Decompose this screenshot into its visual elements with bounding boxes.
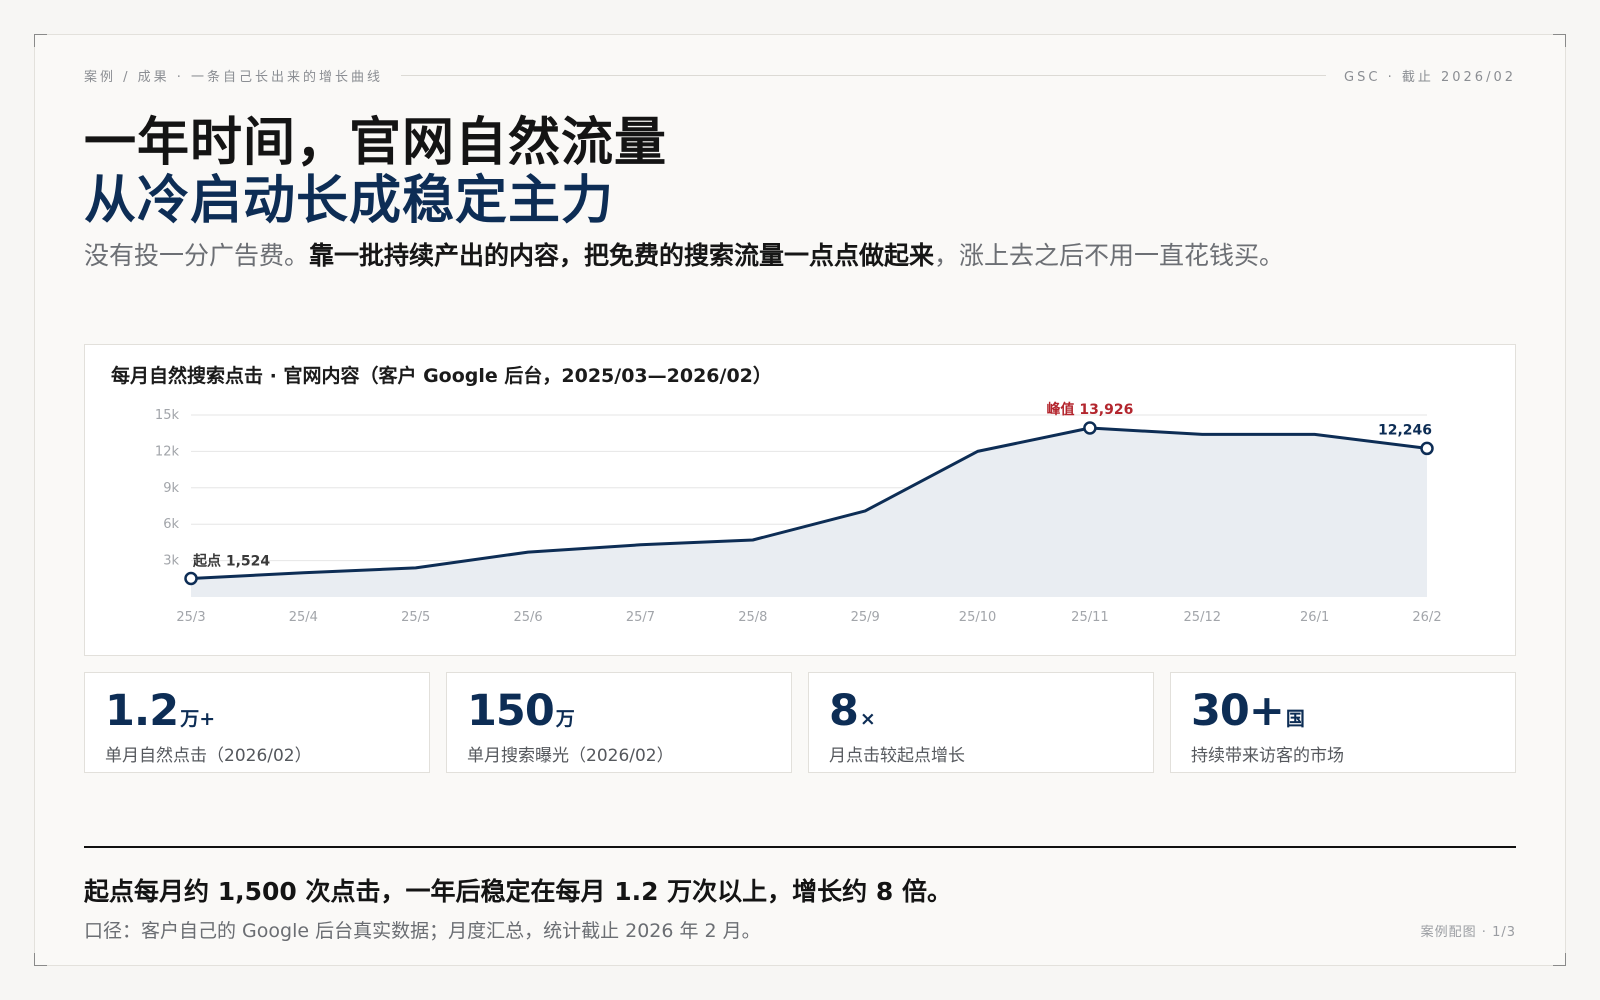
stat-card-markets: 30+ 国 持续带来访客的市场 [1170, 672, 1516, 773]
stat-label: 月点击较起点增长 [829, 746, 965, 766]
corner-mark [34, 34, 47, 47]
stat-label: 单月自然点击（2026/02） [105, 746, 312, 766]
corner-mark [34, 953, 47, 966]
x-tick-label: 25/7 [626, 610, 655, 625]
lead-paragraph: 没有投一分广告费。靠一批持续产出的内容，把免费的搜索流量一点点做起来，涨上去之后… [84, 236, 1294, 276]
corner-mark [1553, 953, 1566, 966]
data-note: 口径：客户自己的 Google 后台真实数据；月度汇总，统计截止 2026 年 … [84, 920, 761, 942]
y-tick-label: 3k [163, 554, 179, 569]
data-point [1420, 441, 1434, 456]
x-tick-label: 25/12 [1184, 610, 1221, 625]
x-tick-label: 25/5 [401, 610, 430, 625]
peak-annotation: 峰值 13,926 [1046, 401, 1133, 418]
summary-divider [84, 846, 1516, 848]
chart-card: 每月自然搜索点击 · 官网内容（客户 Google 后台，2025/03—202… [84, 344, 1516, 656]
top-rule [401, 74, 1327, 76]
x-tick-label: 25/8 [738, 610, 767, 625]
stat-unit: 万 [555, 708, 575, 730]
corner-mark [1553, 34, 1566, 47]
lead-part-1: 没有投一分广告费。 [84, 241, 310, 270]
page-indicator: 案例配图 · 1/3 [1420, 925, 1516, 940]
top-bar: 案例 / 成果 · 一条自己长出来的增长曲线 GSC · 截止 2026/02 [84, 66, 1516, 85]
stats-row: 1.2 万+ 单月自然点击（2026/02） 150 万 单月搜索曝光（2026/0… [84, 672, 1516, 773]
y-tick-label: 6k [163, 517, 179, 532]
x-tick-label: 25/4 [289, 610, 318, 625]
stat-unit: 万+ [180, 708, 216, 730]
stat-value: 8 [829, 686, 859, 736]
x-tick-label: 25/6 [513, 610, 542, 625]
y-tick-label: 9k [163, 481, 179, 496]
stat-unit: 国 [1285, 708, 1305, 730]
stat-card-impressions: 150 万 单月搜索曝光（2026/02） [446, 672, 792, 773]
x-tick-label: 25/10 [959, 610, 996, 625]
stat-unit: × [859, 708, 876, 730]
data-point [184, 571, 198, 586]
stat-label: 持续带来访客的市场 [1191, 746, 1344, 766]
stat-value: 150 [467, 686, 555, 736]
lead-highlight: 靠一批持续产出的内容，把免费的搜索流量一点点做起来 [309, 241, 935, 270]
summary-text: 起点每月约 1,500 次点击，一年后稳定在每月 1.2 万次以上，增长约 8 … [84, 877, 952, 906]
stat-value: 1.2 [105, 686, 179, 736]
x-tick-label: 25/11 [1071, 610, 1108, 625]
clicks-area-chart: 3k 6k 9k 12k 15k 25/3 25/4 25/5 25/6 25/7 25/8 25/9… [155, 401, 1442, 625]
y-tick-label: 12k [155, 444, 180, 459]
stat-value: 30+ [1191, 686, 1285, 736]
stat-label: 单月搜索曝光（2026/02） [467, 746, 674, 766]
page-title-line-2: 从冷启动长成稳定主力 [84, 171, 615, 231]
start-annotation: 起点 1,524 [192, 553, 270, 570]
x-tick-label: 25/9 [851, 610, 880, 625]
source-tag: GSC · 截止 2026/02 [1344, 69, 1516, 85]
end-annotation: 12,246 [1378, 422, 1432, 438]
breadcrumb: 案例 / 成果 · 一条自己长出来的增长曲线 [84, 69, 384, 85]
x-tick-label: 26/1 [1300, 610, 1329, 625]
series-area [191, 428, 1427, 597]
stat-card-clicks: 1.2 万+ 单月自然点击（2026/02） [84, 672, 430, 773]
y-tick-label: 15k [155, 408, 180, 423]
x-tick-label: 25/3 [176, 610, 205, 625]
lead-part-2: ，涨上去之后不用一直花钱买。 [934, 241, 1285, 270]
stat-card-growth: 8 × 月点击较起点增长 [808, 672, 1154, 773]
data-point [1083, 421, 1097, 435]
x-tick-label: 26/2 [1412, 610, 1441, 625]
